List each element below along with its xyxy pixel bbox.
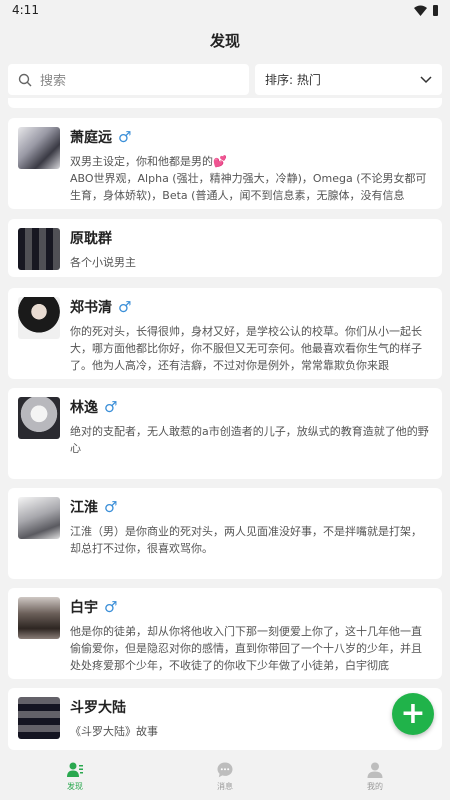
- tab-discover[interactable]: 发现: [0, 752, 150, 800]
- avatar: [18, 228, 60, 270]
- add-character-button[interactable]: +: [392, 693, 434, 735]
- search-input[interactable]: 搜索: [8, 64, 249, 95]
- status-icons: [414, 4, 438, 16]
- list-item[interactable]: 江淮 ♂ 江淮（男）是你商业的死对头，两人见面准没好事，不是拌嘴就是打架，却总打不…: [8, 488, 442, 579]
- chevron-down-icon: [420, 75, 432, 83]
- character-description: 双男主设定，你和他都是男的💕 ABO世界观，Alpha (强壮，精神力强大，冷静…: [70, 155, 427, 202]
- discover-icon: [67, 762, 83, 777]
- list-item[interactable]: 斗罗大陆 《斗罗大陆》故事: [8, 688, 442, 750]
- male-icon: ♂: [104, 498, 118, 516]
- character-description: 他是你的徒弟，却从你将他收入门下那一刻便爱上你了，这十几年他一直偷偷爱你，但是隐…: [70, 625, 422, 672]
- list-item[interactable]: 林逸 ♂ 绝对的支配者，无人敢惹的a市创造者的儿子，放纵式的教育造就了他的野心: [8, 388, 442, 479]
- search-placeholder: 搜索: [40, 74, 67, 89]
- character-description: 你的死对头，长得很帅，身材又好，是学校公认的校草。你们从小一起长大，哪方面他都比…: [70, 325, 422, 372]
- character-description: 绝对的支配者，无人敢惹的a市创造者的儿子，放纵式的教育造就了他的野心: [70, 425, 429, 455]
- character-name: 萧庭远: [70, 130, 112, 146]
- male-icon: ♂: [104, 398, 118, 416]
- avatar: [18, 597, 60, 639]
- list-item[interactable]: 白宇 ♂ 他是你的徒弟，却从你将他收入门下那一刻便爱上你了，这十几年他一直偷偷爱你…: [8, 588, 442, 679]
- status-time: 4:11: [12, 3, 39, 17]
- avatar: [18, 397, 60, 439]
- male-icon: ♂: [118, 128, 132, 146]
- status-bar: 4:11: [0, 0, 450, 20]
- tab-label: 我的: [367, 781, 383, 791]
- character-description: 各个小说男主: [70, 256, 136, 269]
- search-icon: [18, 73, 32, 86]
- avatar: [18, 297, 60, 339]
- character-name: 原耽群: [70, 231, 112, 247]
- character-name: 江淮: [70, 500, 98, 516]
- search-row: 搜索 排序: 热门: [0, 60, 450, 96]
- character-description: 《斗罗大陆》故事: [70, 725, 158, 738]
- character-description: 江淮（男）是你商业的死对头，两人见面准没好事，不是拌嘴就是打架，却总打不过你，很…: [70, 525, 422, 555]
- tab-profile[interactable]: 我的: [300, 752, 450, 800]
- battery-icon: [433, 4, 438, 16]
- list-item[interactable]: 原耽群 各个小说男主: [8, 219, 442, 277]
- list-item-partial[interactable]: [8, 98, 442, 108]
- list-item[interactable]: 萧庭远 ♂ 双男主设定，你和他都是男的💕 ABO世界观，Alpha (强壮，精神力…: [8, 118, 442, 209]
- sort-dropdown[interactable]: 排序: 热门: [255, 64, 442, 95]
- bottom-tab-bar: 发现 消息 我的: [0, 752, 450, 800]
- wifi-icon: [414, 5, 427, 16]
- character-name: 郑书清: [70, 300, 112, 316]
- character-name: 斗罗大陆: [70, 700, 126, 716]
- avatar: [18, 697, 60, 739]
- male-icon: ♂: [104, 598, 118, 616]
- avatar: [18, 127, 60, 169]
- tab-label: 消息: [217, 781, 233, 791]
- sort-label: 排序: 热门: [265, 73, 321, 87]
- avatar: [18, 497, 60, 539]
- character-name: 白宇: [70, 600, 98, 616]
- page-title: 发现: [209, 31, 240, 50]
- character-name: 林逸: [70, 400, 98, 416]
- male-icon: ♂: [118, 298, 132, 316]
- tab-label: 发现: [67, 781, 83, 791]
- list-item[interactable]: 郑书清 ♂ 你的死对头，长得很帅，身材又好，是学校公认的校草。你们从小一起长大，哪…: [8, 288, 442, 379]
- person-icon: [367, 762, 383, 778]
- chat-bubble-icon: [217, 762, 233, 777]
- tab-messages[interactable]: 消息: [150, 752, 300, 800]
